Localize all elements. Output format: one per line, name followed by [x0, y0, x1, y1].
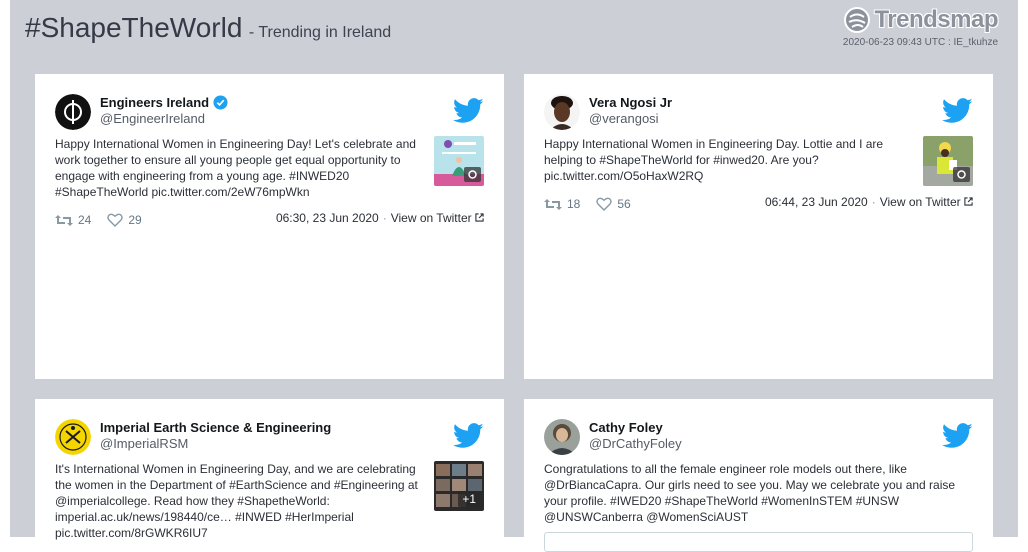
external-link-icon	[475, 213, 484, 222]
tweet-actions: 24 29	[55, 213, 142, 227]
retweet-count[interactable]: 24	[55, 213, 91, 227]
user-name[interactable]: Imperial Earth Science & Engineering	[100, 420, 331, 435]
page-title: #ShapeTheWorld - Trending in Ireland	[25, 12, 391, 44]
like-count[interactable]: 29	[107, 213, 142, 227]
trending-subtitle: - Trending in Ireland	[248, 24, 392, 41]
retweet-count[interactable]: 18	[544, 197, 580, 211]
tweet-meta: 06:30, 23 Jun 2020 · View on Twitter	[276, 211, 484, 225]
heart-icon	[596, 197, 613, 211]
twitter-bird-icon[interactable]	[942, 423, 973, 449]
tweet-text: Congratulations to all the female engine…	[544, 462, 956, 524]
heart-icon	[107, 213, 124, 227]
tweet-time[interactable]: 06:30, 23 Jun 2020	[276, 211, 379, 225]
tweet-card: Cathy Foley @DrCathyFoley Congratulation…	[524, 399, 993, 552]
tweet-media-thumbnail[interactable]: +1	[434, 461, 484, 511]
retweet-icon	[544, 198, 562, 210]
user-name[interactable]: Cathy Foley	[589, 420, 663, 435]
extra-media-badge: +1	[458, 491, 480, 507]
twitter-bird-icon[interactable]	[453, 423, 484, 449]
brand-block: Trendsmap 2020-06-23 09:43 UTC : IE_tkuh…	[842, 6, 999, 48]
user-handle[interactable]: @EngineerIreland	[100, 111, 205, 126]
user-handle[interactable]: @ImperialRSM	[100, 436, 188, 451]
verified-badge-icon	[213, 95, 228, 110]
tweet-text: It's International Women in Engineering …	[55, 462, 418, 540]
avatar[interactable]	[55, 94, 91, 130]
avatar[interactable]	[55, 419, 91, 455]
page-background: #ShapeTheWorld - Trending in Ireland Tre…	[10, 0, 1018, 552]
tweet-media-thumbnail[interactable]	[434, 136, 484, 186]
twitter-bird-icon[interactable]	[453, 98, 484, 124]
tweet-media-thumbnail[interactable]	[923, 136, 973, 186]
tweet-card: Engineers Ireland @EngineerIreland Happy…	[35, 74, 504, 379]
tweet-time[interactable]: 06:44, 23 Jun 2020	[765, 195, 868, 209]
quoted-tweet-box[interactable]	[544, 532, 973, 552]
tweet-text: Happy International Women in Engineering…	[544, 137, 884, 183]
tweet-card: Vera Ngosi Jr @verangosi Happy Internati…	[524, 74, 993, 379]
like-count[interactable]: 56	[596, 197, 631, 211]
brand-name: Trendsmap	[874, 6, 998, 33]
avatar[interactable]	[544, 94, 580, 130]
retweet-icon	[55, 214, 73, 226]
hashtag-title[interactable]: #ShapeTheWorld	[25, 12, 242, 43]
timestamp-code: 2020-06-23 09:43 UTC : IE_tkuhze	[842, 37, 998, 48]
user-handle[interactable]: @verangosi	[589, 111, 659, 126]
view-on-twitter-link[interactable]: View on Twitter	[391, 211, 484, 225]
view-on-twitter-link[interactable]: View on Twitter	[880, 195, 973, 209]
tweet-card: Imperial Earth Science & Engineering @Im…	[35, 399, 504, 549]
twitter-bird-icon[interactable]	[942, 98, 973, 124]
tweet-meta: 06:44, 23 Jun 2020 · View on Twitter	[765, 195, 973, 209]
user-handle[interactable]: @DrCathyFoley	[589, 436, 682, 451]
avatar[interactable]	[544, 419, 580, 455]
user-name[interactable]: Vera Ngosi Jr	[589, 95, 672, 110]
user-name[interactable]: Engineers Ireland	[100, 95, 228, 110]
tweet-actions: 18 56	[544, 197, 631, 211]
trendsmap-logo[interactable]: Trendsmap	[843, 6, 998, 34]
trendsmap-logo-icon	[844, 7, 871, 33]
tweet-text: Happy International Women in Engineering…	[55, 137, 416, 199]
external-link-icon	[964, 197, 973, 206]
